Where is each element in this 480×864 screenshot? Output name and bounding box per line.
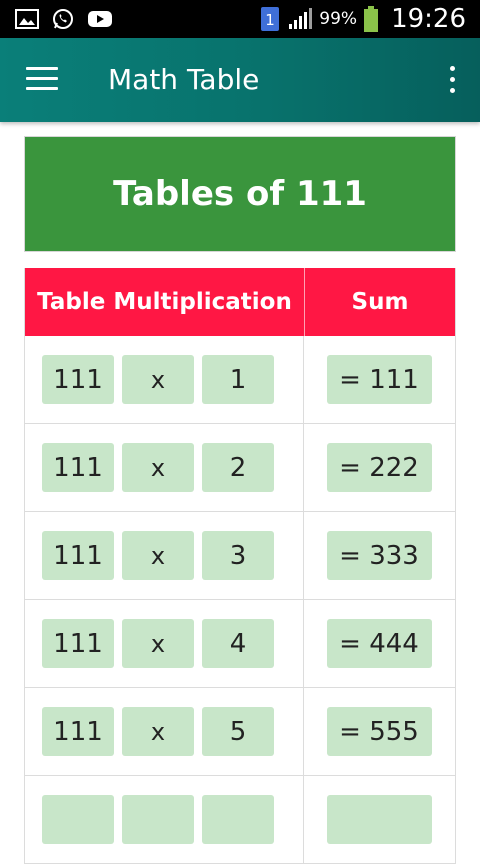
sum-cell: = 333: [304, 512, 454, 599]
column-header-multiplication: Table Multiplication: [25, 268, 305, 336]
status-bar: 1 99% 19:26: [0, 0, 480, 38]
table-header-row: Table Multiplication Sum: [25, 268, 455, 336]
menu-icon[interactable]: [26, 67, 58, 91]
multiplicand-chip: 111: [42, 707, 114, 756]
result-chip: = 444: [326, 619, 432, 668]
result-chip: = 555: [326, 707, 432, 756]
battery-icon: [364, 6, 379, 32]
sum-cell: = 222: [304, 424, 454, 511]
multiplicand-chip: 111: [42, 355, 114, 404]
table-row: 111 x 2 = 222: [25, 424, 455, 512]
column-header-sum: Sum: [351, 289, 409, 315]
table-row: 111 x 1 = 111: [25, 336, 455, 424]
multiplier-chip: [202, 795, 274, 844]
multiplicand-chip: [42, 795, 114, 844]
multiplication-cell: [25, 776, 304, 863]
youtube-icon: [88, 11, 112, 27]
operator-chip: x: [122, 619, 194, 668]
result-chip: = 333: [326, 531, 432, 580]
multiplication-cell: 111 x 3: [25, 512, 304, 599]
multiplier-chip: 1: [202, 355, 274, 404]
multiplier-chip: 4: [202, 619, 274, 668]
sum-cell: = 111: [304, 336, 454, 423]
sum-cell: = 444: [304, 600, 454, 687]
sum-cell: [304, 776, 454, 863]
multiplier-chip: 5: [202, 707, 274, 756]
multiplication-cell: 111 x 1: [25, 336, 304, 423]
multiplier-chip: 2: [202, 443, 274, 492]
system-icons: 1 99% 19:26: [259, 0, 466, 38]
multiplicand-chip: 111: [42, 531, 114, 580]
result-chip: [326, 795, 432, 844]
table-row: 111 x 3 = 333: [25, 512, 455, 600]
battery-percent: 99%: [319, 9, 358, 29]
doc-badge-text: 1: [265, 11, 275, 29]
operator-chip: x: [122, 355, 194, 404]
multiplication-cell: 111 x 4: [25, 600, 304, 687]
gallery-icon: [15, 9, 39, 29]
page-title: Tables of 111: [113, 174, 367, 214]
multiplicand-chip: 111: [42, 443, 114, 492]
operator-chip: x: [122, 443, 194, 492]
overflow-menu-icon[interactable]: [446, 66, 458, 94]
operator-chip: [122, 795, 194, 844]
operator-chip: x: [122, 707, 194, 756]
table-row: 111 x 5 = 555: [25, 688, 455, 776]
table-row: 111 x 4 = 444: [25, 600, 455, 688]
main-content: Tables of 111 Table Multiplication Sum 1…: [24, 136, 456, 864]
app-bar: Math Table: [0, 38, 480, 122]
multiplication-cell: 111 x 5: [25, 688, 304, 775]
whatsapp-icon: [53, 9, 73, 29]
result-chip: = 222: [326, 443, 432, 492]
multiplication-cell: 111 x 2: [25, 424, 304, 511]
multiplier-chip: 3: [202, 531, 274, 580]
table-row: [25, 776, 455, 864]
sum-cell: = 555: [304, 688, 454, 775]
result-chip: = 111: [326, 355, 432, 404]
clock: 19:26: [391, 4, 466, 34]
table-header-card: Tables of 111: [24, 136, 456, 252]
signal-icon: [289, 8, 313, 29]
operator-chip: x: [122, 531, 194, 580]
multiplicand-chip: 111: [42, 619, 114, 668]
notification-icons: [14, 7, 114, 31]
doc-notification-icon: 1: [261, 7, 280, 31]
multiplication-table: Table Multiplication Sum 111 x 1 = 111 1…: [24, 268, 456, 864]
app-title: Math Table: [108, 63, 260, 96]
